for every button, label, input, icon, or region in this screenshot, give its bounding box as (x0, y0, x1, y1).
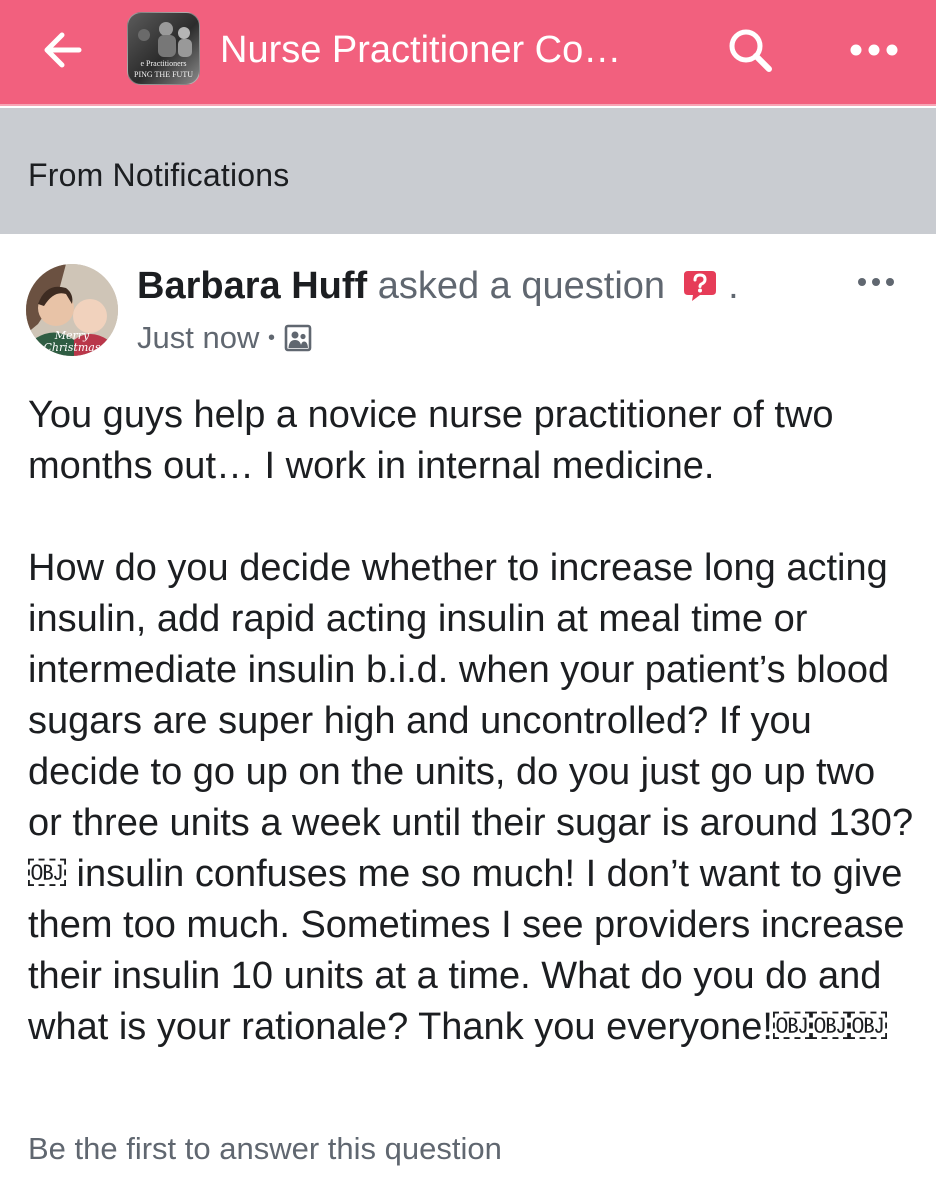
group-title[interactable]: Nurse Practitioner Co… (220, 22, 680, 78)
search-button[interactable] (722, 22, 778, 78)
author-name[interactable]: Barbara Huff (137, 265, 367, 307)
post-body: You guys help a novice nurse practitione… (28, 390, 918, 1053)
post-timestamp[interactable]: Just now (137, 320, 259, 355)
answer-prompt[interactable]: Be the first to answer this question (28, 1126, 502, 1172)
post-paragraph: You guys help a novice nurse practitione… (28, 394, 834, 487)
top-app-bar: e Practitioners PING THE FUTU Nurse Prac… (0, 0, 936, 106)
avatar[interactable]: Merry Christmas (26, 264, 118, 356)
more-options-button[interactable] (844, 22, 904, 78)
banner-label: From Notifications (28, 157, 290, 193)
group-members-icon (284, 324, 311, 352)
meta-separator: • (267, 327, 275, 349)
question-badge-icon (682, 268, 718, 316)
back-button[interactable] (30, 22, 94, 78)
thumbnail-text: PING THE FUTU (134, 70, 193, 79)
post-options-button[interactable] (846, 262, 906, 302)
more-icon (850, 44, 898, 56)
thumbnail-text: e Practitioners (140, 59, 187, 68)
avatar-caption: Merry Christmas (43, 329, 101, 354)
post-author-line: Barbara Huff asked a question . (137, 262, 837, 316)
back-arrow-icon (44, 32, 82, 68)
post-paragraph: How do you decide whether to increase lo… (28, 547, 914, 1048)
author-line-period: . (728, 265, 739, 307)
post-action: asked a question (377, 265, 666, 307)
group-thumbnail[interactable]: e Practitioners PING THE FUTU (127, 12, 200, 85)
search-icon (729, 29, 772, 72)
more-icon (858, 278, 894, 286)
post-meta: Just now • (137, 316, 312, 360)
